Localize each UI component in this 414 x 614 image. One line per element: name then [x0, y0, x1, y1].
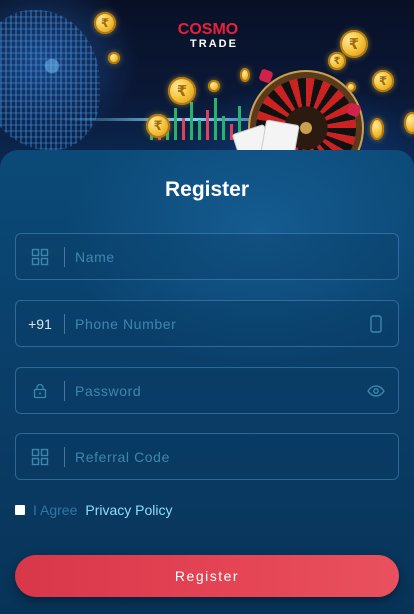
brand-logo: COSMO TRADE: [168, 22, 248, 51]
rupee-coin: ₹: [168, 77, 196, 105]
privacy-agreement: I Agree Privacy Policy: [15, 502, 173, 518]
rupee-coin: [108, 52, 120, 64]
rupee-coin: [240, 68, 250, 82]
hero-banner: ₹ ₹ ₹ ₹ ₹ ₹ COSMO TRADE: [0, 0, 414, 170]
password-field: [15, 367, 399, 414]
logo-line-1: COSMO: [177, 21, 239, 38]
phone-input[interactable]: [65, 301, 354, 346]
red-dice: [258, 68, 274, 84]
grid-icon: [16, 434, 64, 479]
rupee-coin: ₹: [328, 52, 346, 70]
eye-icon[interactable]: [354, 368, 398, 413]
privacy-policy-link[interactable]: Privacy Policy: [85, 502, 172, 518]
rupee-coin: [208, 80, 220, 92]
phone-field: +91: [15, 300, 399, 347]
digital-face-graphic: [0, 10, 100, 150]
phone-prefix: +91: [28, 315, 52, 332]
rupee-coin: ₹: [146, 114, 170, 138]
agree-checkbox[interactable]: [15, 505, 25, 515]
rupee-coin: ₹: [372, 70, 394, 92]
grid-icon: [16, 234, 64, 279]
page-title: Register: [164, 178, 250, 201]
referral-code-input[interactable]: [65, 434, 398, 479]
name-field: [15, 233, 399, 280]
mobile-phone-icon: [354, 301, 398, 346]
password-input[interactable]: [65, 368, 354, 413]
rupee-coin: [404, 112, 414, 134]
name-input[interactable]: [65, 234, 398, 279]
rupee-coin: ₹: [340, 30, 368, 58]
lock-icon: [16, 368, 64, 413]
rupee-coin: ₹: [94, 12, 116, 34]
agree-label: I Agree: [33, 502, 78, 518]
rupee-coin: [370, 118, 384, 140]
logo-line-2: TRADE: [190, 38, 238, 50]
referral-field: [15, 433, 399, 480]
rupee-coin: [346, 82, 356, 92]
register-button[interactable]: Register: [15, 555, 399, 597]
